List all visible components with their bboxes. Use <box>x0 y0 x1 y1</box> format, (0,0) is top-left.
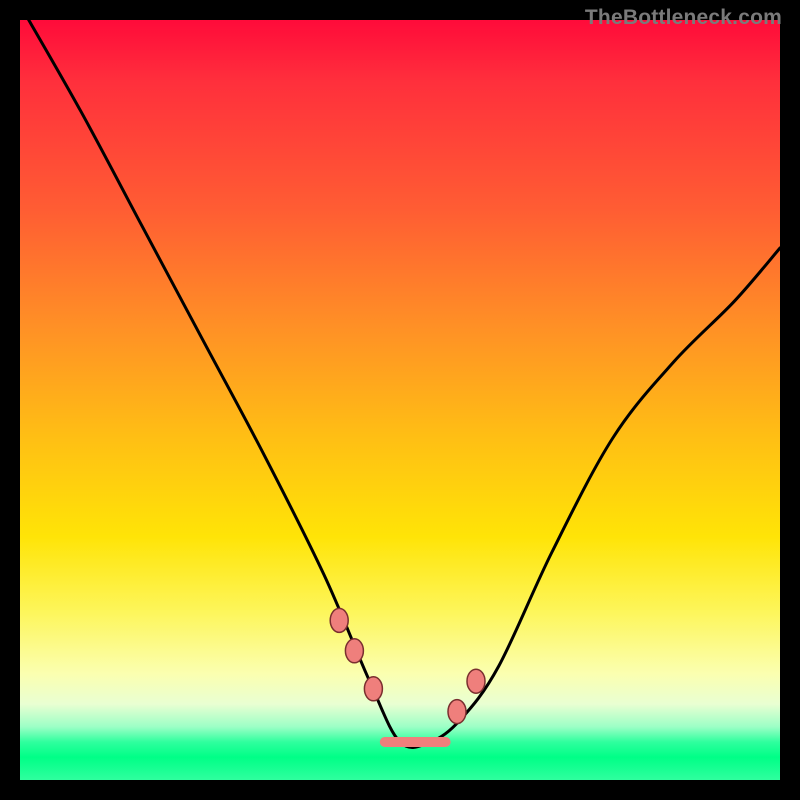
watermark-text: TheBottleneck.com <box>585 6 782 30</box>
plot-area <box>20 20 780 780</box>
right-knee-marker <box>448 700 466 724</box>
curve-markers <box>330 608 485 723</box>
left-shoulder-lower-marker <box>345 639 363 663</box>
bottleneck-curve <box>20 20 780 747</box>
curve-layer <box>20 20 780 780</box>
chart-frame: TheBottleneck.com <box>0 0 800 800</box>
left-shoulder-upper-marker <box>330 608 348 632</box>
right-shoulder-marker <box>467 669 485 693</box>
left-knee-marker <box>364 677 382 701</box>
